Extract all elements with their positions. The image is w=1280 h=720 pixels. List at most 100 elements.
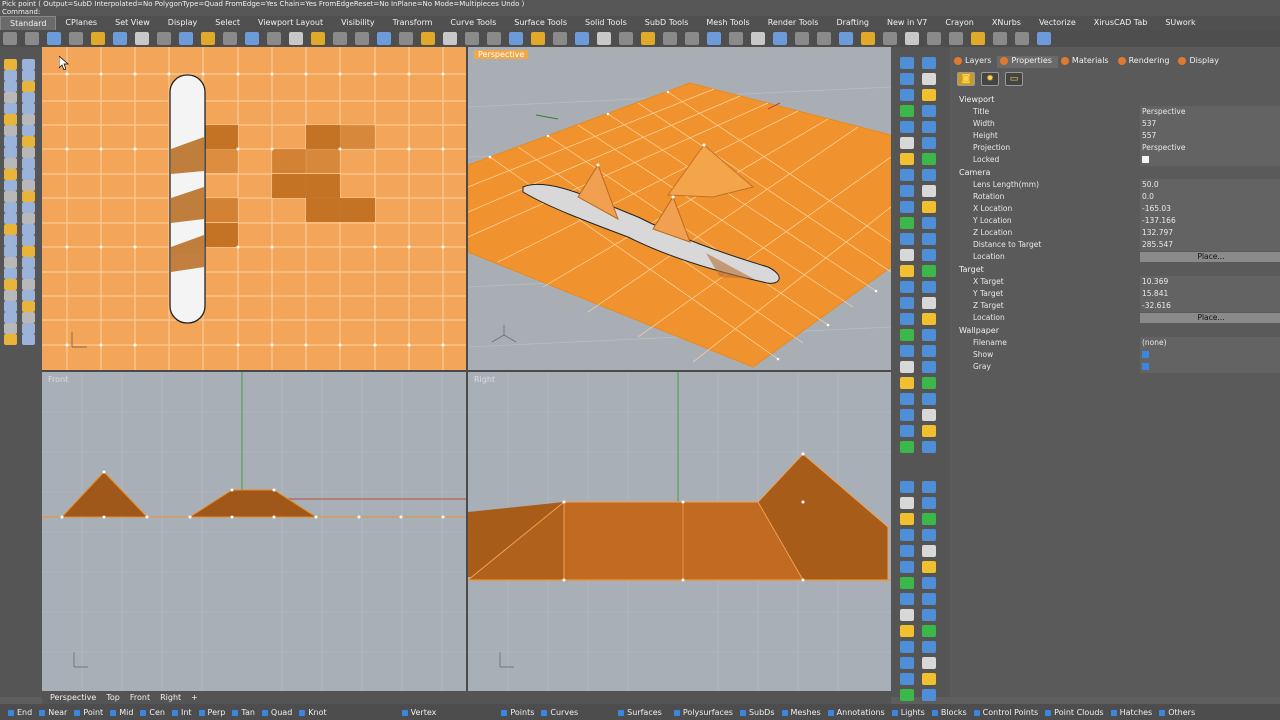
right-tool-icon[interactable] bbox=[922, 217, 936, 229]
tab-subd-tools[interactable]: SubD Tools bbox=[636, 16, 698, 30]
right-tool-icon[interactable] bbox=[922, 497, 936, 509]
left-tool-icon[interactable] bbox=[22, 191, 35, 202]
left-tool-icon[interactable] bbox=[4, 92, 17, 103]
right-tool-icon[interactable] bbox=[922, 281, 936, 293]
left-tool-icon[interactable] bbox=[4, 279, 17, 290]
toolbar-tool-icon[interactable] bbox=[25, 32, 39, 45]
panel-tab-materials[interactable]: Materials bbox=[1058, 56, 1115, 68]
left-tool-icon[interactable] bbox=[4, 180, 17, 191]
right-tool-icon[interactable] bbox=[900, 73, 914, 85]
right-tool-icon[interactable] bbox=[900, 185, 914, 197]
panel-tab-layers[interactable]: Layers bbox=[951, 56, 997, 68]
toolbar-tool-icon[interactable] bbox=[201, 32, 215, 45]
viewport-front-label[interactable]: Front bbox=[48, 375, 68, 384]
viewport-perspective-label[interactable]: Perspective bbox=[474, 50, 529, 59]
property-value[interactable]: 557 bbox=[1140, 130, 1280, 142]
right-tool-icon[interactable] bbox=[900, 57, 914, 69]
toolbar-tool-icon[interactable] bbox=[839, 32, 853, 45]
left-tool-icon[interactable] bbox=[4, 125, 17, 136]
left-tool-icon[interactable] bbox=[4, 268, 17, 279]
left-tool-icon[interactable] bbox=[22, 202, 35, 213]
viewport-right-label[interactable]: Right bbox=[474, 375, 495, 384]
toolbar-tool-icon[interactable] bbox=[905, 32, 919, 45]
property-value[interactable]: (none) bbox=[1140, 337, 1280, 349]
toolbar-tool-icon[interactable] bbox=[751, 32, 765, 45]
property-value[interactable]: 10.369 bbox=[1140, 276, 1280, 288]
right-tool-icon[interactable] bbox=[922, 249, 936, 261]
left-tool-icon[interactable] bbox=[22, 59, 35, 70]
property-value[interactable]: -165.03 bbox=[1140, 203, 1280, 215]
left-tool-icon[interactable] bbox=[4, 158, 17, 169]
tab-visibility[interactable]: Visibility bbox=[332, 16, 384, 30]
right-tool-icon[interactable] bbox=[922, 641, 936, 653]
right-tool-icon[interactable] bbox=[900, 329, 914, 341]
right-tool-icon[interactable] bbox=[922, 425, 936, 437]
right-tool-icon[interactable] bbox=[922, 625, 936, 637]
right-tool-icon[interactable] bbox=[922, 89, 936, 101]
toolbar-tool-icon[interactable] bbox=[641, 32, 655, 45]
right-tool-icon[interactable] bbox=[900, 481, 914, 493]
panel-tab-rendering[interactable]: Rendering bbox=[1115, 56, 1176, 68]
toolbar-tool-icon[interactable] bbox=[113, 32, 127, 45]
toolbar-tool-icon[interactable] bbox=[861, 32, 875, 45]
property-value[interactable] bbox=[1140, 349, 1280, 361]
property-value[interactable]: 537 bbox=[1140, 118, 1280, 130]
toolbar-tool-icon[interactable] bbox=[421, 32, 435, 45]
front-view-canvas[interactable] bbox=[42, 372, 466, 691]
left-tool-icon[interactable] bbox=[4, 59, 17, 70]
left-tool-icon[interactable] bbox=[22, 213, 35, 224]
tab-viewport-layout[interactable]: Viewport Layout bbox=[249, 16, 332, 30]
left-tool-icon[interactable] bbox=[4, 323, 17, 334]
osnap-blocks[interactable]: Blocks bbox=[931, 708, 967, 717]
left-tool-icon[interactable] bbox=[22, 169, 35, 180]
osnap-surfaces[interactable]: Surfaces bbox=[618, 708, 662, 717]
left-tool-icon[interactable] bbox=[22, 92, 35, 103]
right-tool-icon[interactable] bbox=[900, 441, 914, 453]
toolbar-tool-icon[interactable] bbox=[707, 32, 721, 45]
osnap-polysurfaces[interactable]: Polysurfaces bbox=[673, 708, 733, 717]
checkbox[interactable] bbox=[1142, 351, 1149, 358]
right-tool-icon[interactable] bbox=[922, 121, 936, 133]
toolbar-tool-icon[interactable] bbox=[685, 32, 699, 45]
toolbar-tool-icon[interactable] bbox=[795, 32, 809, 45]
section-header[interactable]: Target bbox=[951, 264, 1280, 276]
toolbar-tool-icon[interactable] bbox=[245, 32, 259, 45]
right-tool-icon[interactable] bbox=[900, 89, 914, 101]
toolbar-tool-icon[interactable] bbox=[993, 32, 1007, 45]
left-tool-icon[interactable] bbox=[4, 257, 17, 268]
right-tool-icon[interactable] bbox=[922, 657, 936, 669]
property-value[interactable]: Perspective bbox=[1140, 106, 1280, 118]
right-tool-icon[interactable] bbox=[922, 409, 936, 421]
toolbar-tool-icon[interactable] bbox=[487, 32, 501, 45]
osnap-others[interactable]: Others bbox=[1159, 708, 1195, 717]
toolbar-tool-icon[interactable] bbox=[3, 32, 17, 45]
tab-xnurbs[interactable]: XNurbs bbox=[983, 16, 1030, 30]
left-tool-icon[interactable] bbox=[22, 312, 35, 323]
left-tool-icon[interactable] bbox=[4, 70, 17, 81]
right-tool-icon[interactable] bbox=[922, 153, 936, 165]
viewport-icon[interactable]: ▭ bbox=[1005, 72, 1023, 86]
toolbar-tool-icon[interactable] bbox=[619, 32, 633, 45]
right-tool-icon[interactable] bbox=[900, 641, 914, 653]
left-tool-icon[interactable] bbox=[4, 114, 17, 125]
right-tool-icon[interactable] bbox=[922, 673, 936, 685]
section-header[interactable]: Wallpaper bbox=[951, 325, 1280, 337]
top-view-canvas[interactable] bbox=[42, 47, 466, 370]
right-tool-icon[interactable] bbox=[922, 233, 936, 245]
toolbar-tool-icon[interactable] bbox=[443, 32, 457, 45]
right-tool-icon[interactable] bbox=[922, 137, 936, 149]
left-tool-icon[interactable] bbox=[22, 301, 35, 312]
toolbar-tool-icon[interactable] bbox=[883, 32, 897, 45]
right-tool-icon[interactable] bbox=[900, 393, 914, 405]
left-tool-icon[interactable] bbox=[22, 323, 35, 334]
right-tool-icon[interactable] bbox=[900, 169, 914, 181]
property-value[interactable]: Perspective bbox=[1140, 142, 1280, 154]
left-tool-icon[interactable] bbox=[22, 235, 35, 246]
viewport-front[interactable]: Front bbox=[42, 372, 466, 691]
right-tool-icon[interactable] bbox=[900, 153, 914, 165]
left-tool-icon[interactable] bbox=[22, 103, 35, 114]
left-tool-icon[interactable] bbox=[4, 81, 17, 92]
front-peak-right[interactable] bbox=[188, 489, 318, 518]
tab-suwork[interactable]: SUwork bbox=[1156, 16, 1204, 30]
left-tool-icon[interactable] bbox=[22, 334, 35, 345]
